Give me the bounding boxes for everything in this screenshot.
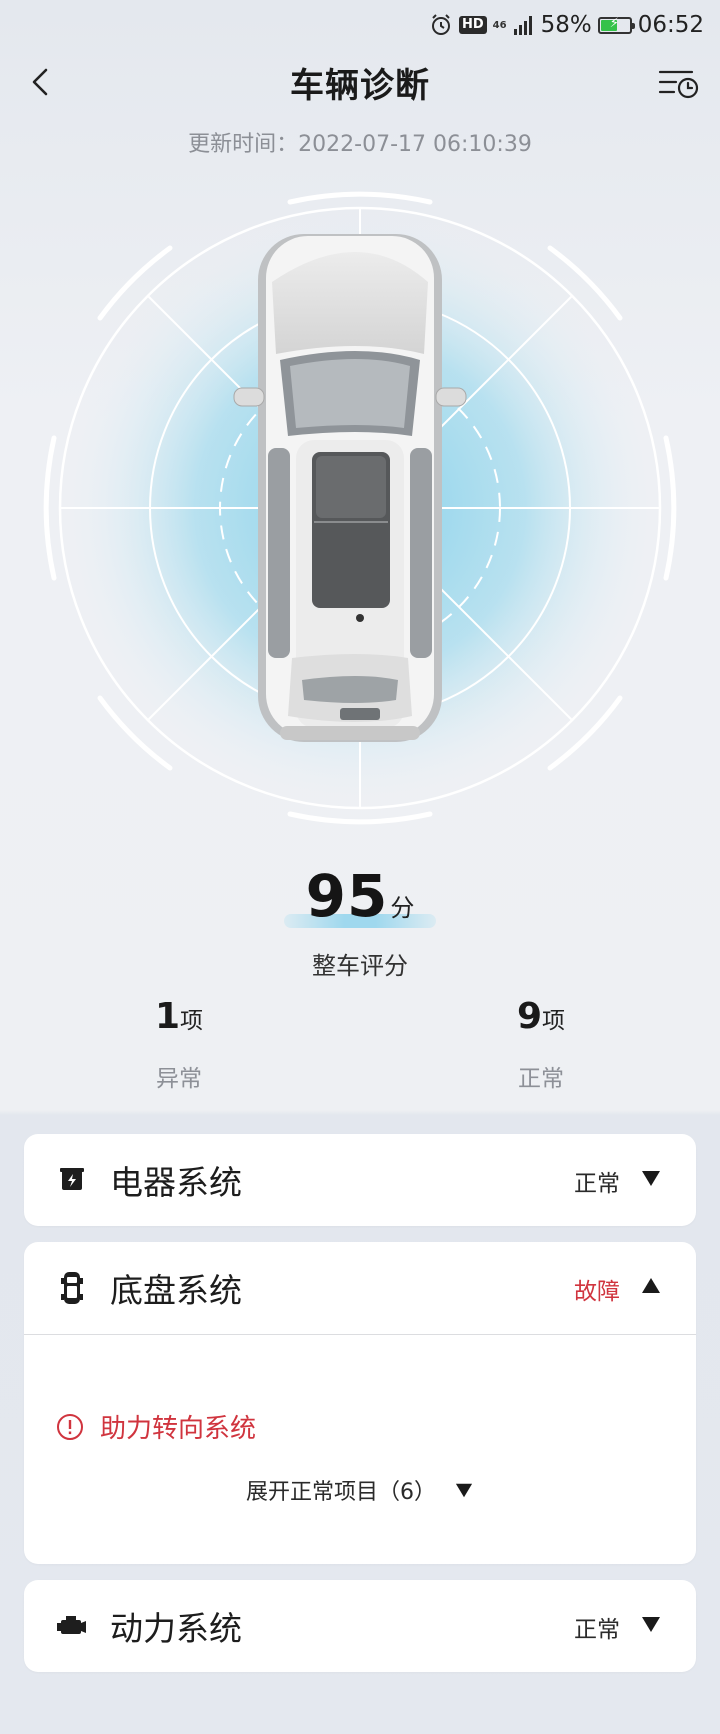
score-block: 95 分 <box>0 862 720 930</box>
expand-normal-items-label: 展开正常项目（6） <box>246 1480 436 1505</box>
alarm-icon <box>431 14 450 35</box>
expand-normal-items-button[interactable]: 展开正常项目（6） <box>24 1474 696 1506</box>
caret-down-icon[interactable] <box>640 1168 662 1188</box>
system-name: 电器系统 <box>110 1163 242 1202</box>
normal-label: 正常 <box>518 1066 564 1092</box>
electrical-icon <box>60 1168 84 1190</box>
history-button[interactable] <box>656 62 700 102</box>
abnormal-stat[interactable]: 1项 异常 <box>79 996 279 1093</box>
alert-circle-icon <box>57 1413 83 1440</box>
system-status: 正常 <box>574 1171 620 1197</box>
history-list-icon <box>658 70 699 99</box>
charging-bolt-icon: ⚡ <box>609 15 619 31</box>
system-name: 底盘系统 <box>110 1271 242 1310</box>
caret-down-icon <box>455 1483 473 1498</box>
battery-percent: 58% <box>540 12 592 38</box>
engine-icon <box>57 1616 86 1634</box>
system-card-electrical: 电器系统 正常 <box>24 1134 696 1226</box>
abnormal-label: 异常 <box>156 1066 202 1092</box>
app-header: 车辆诊断 <box>0 52 720 112</box>
vehicle-diagnosis-screen: HD 46 58% ⚡ 06:52 车辆诊断 更新时间：2022-07-17 0… <box>0 0 720 1734</box>
system-status-fault: 故障 <box>574 1279 620 1305</box>
system-status: 正常 <box>574 1617 620 1643</box>
update-time: 更新时间：2022-07-17 06:10:39 <box>188 132 532 157</box>
vehicle-radar <box>43 191 677 825</box>
system-name: 动力系统 <box>110 1609 242 1648</box>
clock: 06:52 <box>637 12 704 38</box>
system-card-header[interactable]: 底盘系统 故障 <box>24 1242 696 1334</box>
system-card-powertrain: 动力系统 正常 <box>24 1580 696 1672</box>
battery-icon: ⚡ <box>597 15 635 34</box>
chassis-icon <box>61 1272 83 1304</box>
abnormal-count: 1 <box>154 996 181 1037</box>
system-card-chassis: 底盘系统 故障 助力转向系统 展开正常项目（6） <box>24 1242 696 1564</box>
caret-down-icon[interactable] <box>640 1614 662 1634</box>
caret-up-icon[interactable] <box>640 1276 662 1296</box>
normal-unit: 项 <box>542 1008 566 1034</box>
card-divider <box>24 1334 696 1335</box>
fault-item[interactable]: 助力转向系统 <box>56 1408 256 1445</box>
score-unit: 分 <box>390 894 415 922</box>
status-bar: HD 46 58% ⚡ 06:52 <box>0 0 720 50</box>
abnormal-unit: 项 <box>180 1008 204 1034</box>
overall-score: 95 <box>305 862 389 930</box>
normal-stat[interactable]: 9项 正常 <box>441 996 641 1093</box>
page-title: 车辆诊断 <box>290 66 430 106</box>
system-card-header[interactable]: 电器系统 正常 <box>24 1134 696 1226</box>
hd-icon: HD <box>458 16 487 34</box>
fault-item-label: 助力转向系统 <box>100 1414 257 1444</box>
car-illustration <box>233 234 467 742</box>
network-type: 46 <box>492 19 507 31</box>
summary-stats: 1项 异常 9项 正常 <box>0 996 720 1106</box>
normal-count: 9 <box>516 996 543 1037</box>
system-card-header[interactable]: 动力系统 正常 <box>24 1580 696 1672</box>
signal-icon <box>513 16 532 35</box>
score-label: 整车评分 <box>312 952 408 980</box>
